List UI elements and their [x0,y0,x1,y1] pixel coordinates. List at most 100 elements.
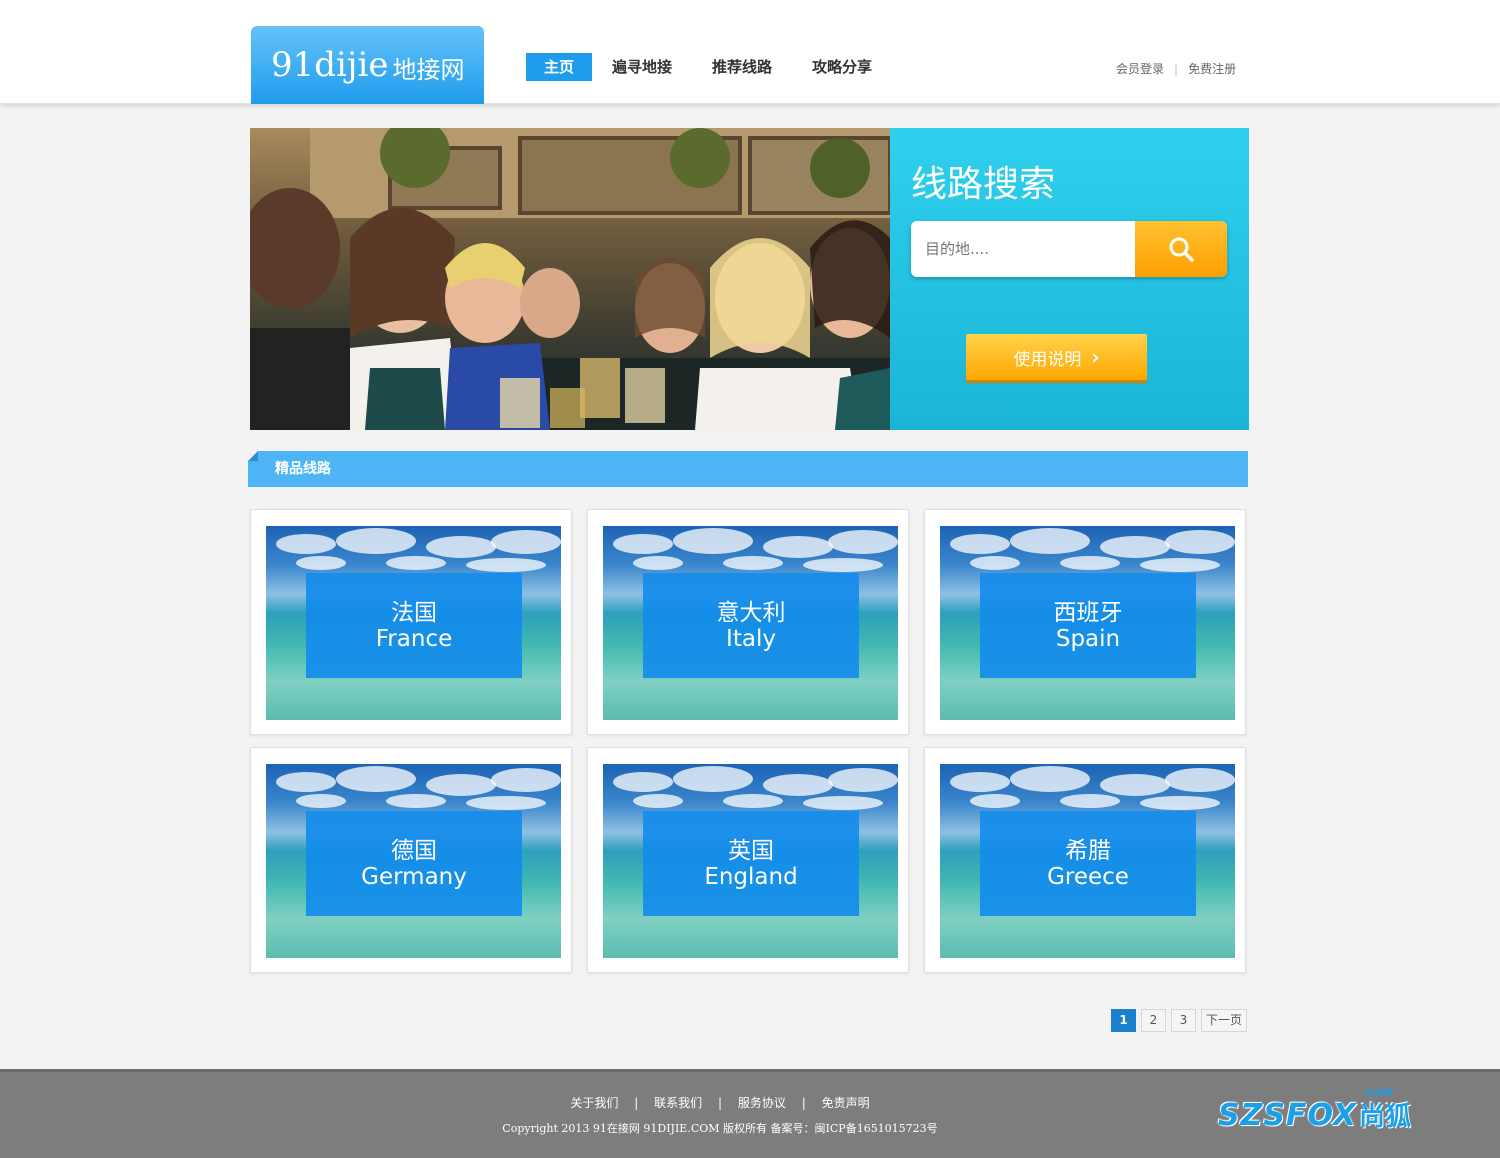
destination-search-input[interactable] [911,221,1135,277]
route-search-panel: 线路搜索 使用说明 › [890,128,1249,430]
watermark-logo: .COM SZSFOX 尚狐 [1218,1088,1412,1133]
cloud-decoration [426,536,496,558]
route-card-england[interactable]: 英国 England [587,747,909,973]
nav-item-recommended-routes[interactable]: 推荐线路 [692,53,792,81]
route-card-spain[interactable]: 西班牙 Spain [924,509,1246,735]
logo-latin-text: 91dijie [271,45,389,85]
site-header: 91dijie 地接网 主页 遍寻地接 推荐线路 攻略分享 会员登录 | 免费注… [0,0,1500,104]
cloud-decoration [1140,558,1220,572]
page-button-3[interactable]: 3 [1171,1009,1196,1032]
route-name-en: Italy [726,625,776,652]
cloud-decoration [1010,766,1090,792]
route-name-en: France [375,625,453,652]
usage-guide-label: 使用说明 [1013,349,1082,370]
footer-link-disclaimer[interactable]: 免责声明 [822,1096,870,1110]
watermark-cn: 尚狐 [1359,1102,1412,1132]
next-page-button[interactable]: 下一页 [1201,1009,1248,1032]
cloud-decoration [633,556,683,570]
nav-item-home[interactable]: 主页 [526,53,593,81]
site-logo[interactable]: 91dijie 地接网 [251,26,484,104]
hero-banner: 线路搜索 使用说明 › [250,128,1249,430]
route-name-cn: 西班牙 [1053,599,1123,626]
footer-link-terms[interactable]: 服务协议 [738,1096,786,1110]
site-footer: 关于我们 | 联系我们 | 服务协议 | 免责声明 Copyright 2013… [0,1069,1500,1158]
cloud-decoration [276,534,336,554]
search-button[interactable] [1135,221,1227,277]
route-card-image: 英国 England [603,764,898,958]
cloud-decoration [950,534,1010,554]
usage-guide-button[interactable]: 使用说明 › [966,334,1147,380]
cloud-decoration [1100,536,1170,558]
route-card-greece[interactable]: 希腊 Greece [924,747,1246,973]
route-card-label: 希腊 Greece [980,811,1196,916]
cloud-decoration [970,556,1020,570]
cloud-decoration [1140,796,1220,810]
login-link[interactable]: 会员登录 [1116,60,1164,77]
page-button-1[interactable]: 1 [1111,1009,1136,1032]
route-card-label: 法国 France [306,573,522,678]
cloud-decoration [276,772,336,792]
route-search-title: 线路搜索 [911,164,1056,205]
cloud-decoration [673,528,753,554]
cloud-decoration [828,530,898,554]
route-card-label: 德国 Germany [306,811,522,916]
cloud-decoration [386,556,446,570]
route-name-cn: 法国 [391,599,437,626]
cloud-decoration [466,796,546,810]
cloud-decoration [950,772,1010,792]
cloud-decoration [1165,530,1235,554]
featured-routes-title: 精品线路 [275,461,331,477]
register-link[interactable]: 免费注册 [1188,60,1236,77]
footer-link-contact[interactable]: 联系我们 [654,1096,702,1110]
nav-item-guides[interactable]: 攻略分享 [792,53,892,81]
cloud-decoration [828,768,898,792]
cloud-decoration [386,794,446,808]
cloud-decoration [633,794,683,808]
route-search-box [911,221,1227,277]
cloud-decoration [426,774,496,796]
cloud-decoration [673,766,753,792]
route-name-en: England [704,863,798,890]
cloud-decoration [1010,528,1090,554]
hero-photo [250,128,890,430]
route-name-en: Greece [1047,863,1129,890]
route-card-italy[interactable]: 意大利 Italy [587,509,909,735]
route-card-image: 意大利 Italy [603,526,898,720]
logo-cn-text: 地接网 [392,55,465,84]
cloud-decoration [336,766,416,792]
cloud-decoration [491,768,561,792]
route-name-en: Germany [361,863,467,890]
cloud-decoration [723,556,783,570]
cloud-decoration [970,794,1020,808]
route-card-germany[interactable]: 德国 Germany [250,747,572,973]
route-card-image: 西班牙 Spain [940,526,1235,720]
cloud-decoration [803,558,883,572]
main-nav: 主页 遍寻地接 推荐线路 攻略分享 [526,53,892,81]
cloud-decoration [763,774,833,796]
footer-separator: | [634,1096,639,1110]
search-icon [1169,237,1194,262]
watermark-com: .COM [1363,1088,1393,1099]
cloud-decoration [466,558,546,572]
route-card-label: 西班牙 Spain [980,573,1196,678]
footer-separator: | [717,1096,723,1110]
route-name-en: Spain [1055,625,1121,652]
cloud-decoration [613,534,673,554]
route-name-cn: 希腊 [1065,837,1111,864]
chevron-right-icon: › [1091,345,1100,369]
route-card-image: 德国 Germany [266,764,561,958]
route-card-image: 希腊 Greece [940,764,1235,958]
user-links-separator: | [1174,61,1179,76]
footer-link-about[interactable]: 关于我们 [570,1096,618,1110]
corner-fold-decoration [248,451,258,461]
cloud-decoration [1165,768,1235,792]
cloud-decoration [296,794,346,808]
route-card-france[interactable]: 法国 France [250,509,572,735]
cloud-decoration [1060,794,1120,808]
nav-item-find-local[interactable]: 遍寻地接 [592,53,692,81]
route-name-cn: 英国 [728,837,774,864]
page-button-2[interactable]: 2 [1141,1009,1166,1032]
cloud-decoration [613,772,673,792]
cloud-decoration [803,796,883,810]
route-name-cn: 意大利 [716,599,786,626]
